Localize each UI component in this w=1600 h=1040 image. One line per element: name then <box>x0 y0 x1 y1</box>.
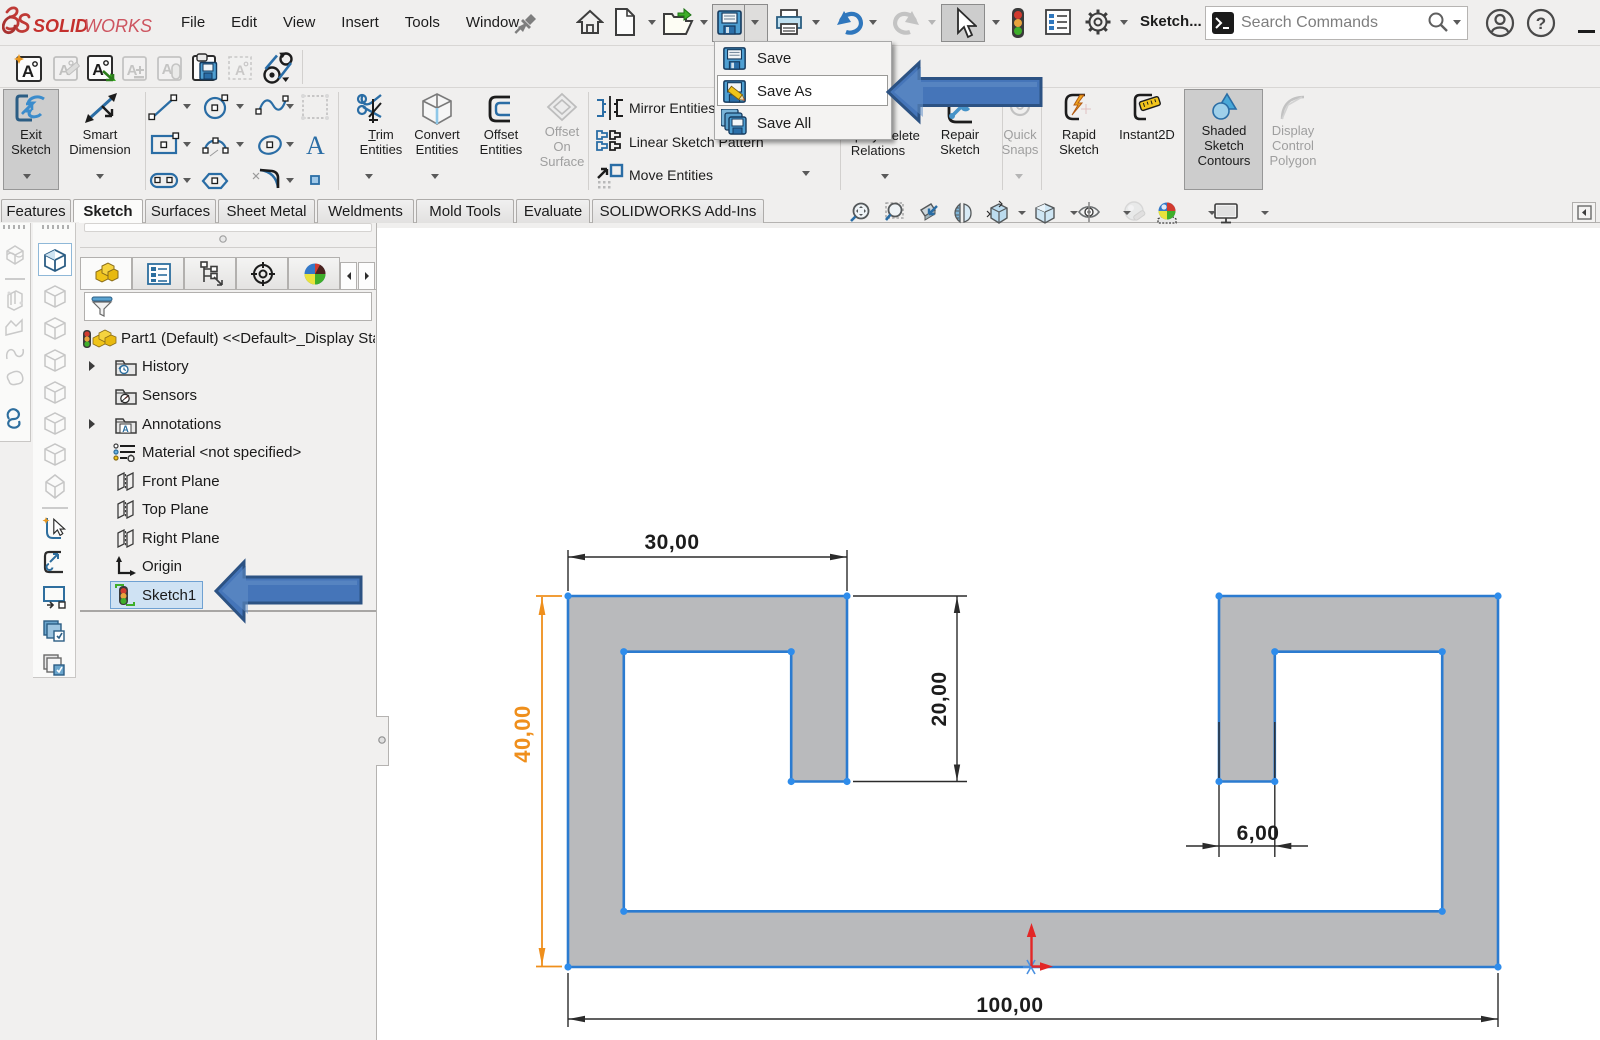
svg-text:30,00: 30,00 <box>644 531 699 554</box>
svg-text:40,00: 40,00 <box>510 705 535 763</box>
svg-text:20,00: 20,00 <box>928 671 951 726</box>
svg-text:6,00: 6,00 <box>1237 822 1280 845</box>
svg-text:100,00: 100,00 <box>976 994 1043 1017</box>
